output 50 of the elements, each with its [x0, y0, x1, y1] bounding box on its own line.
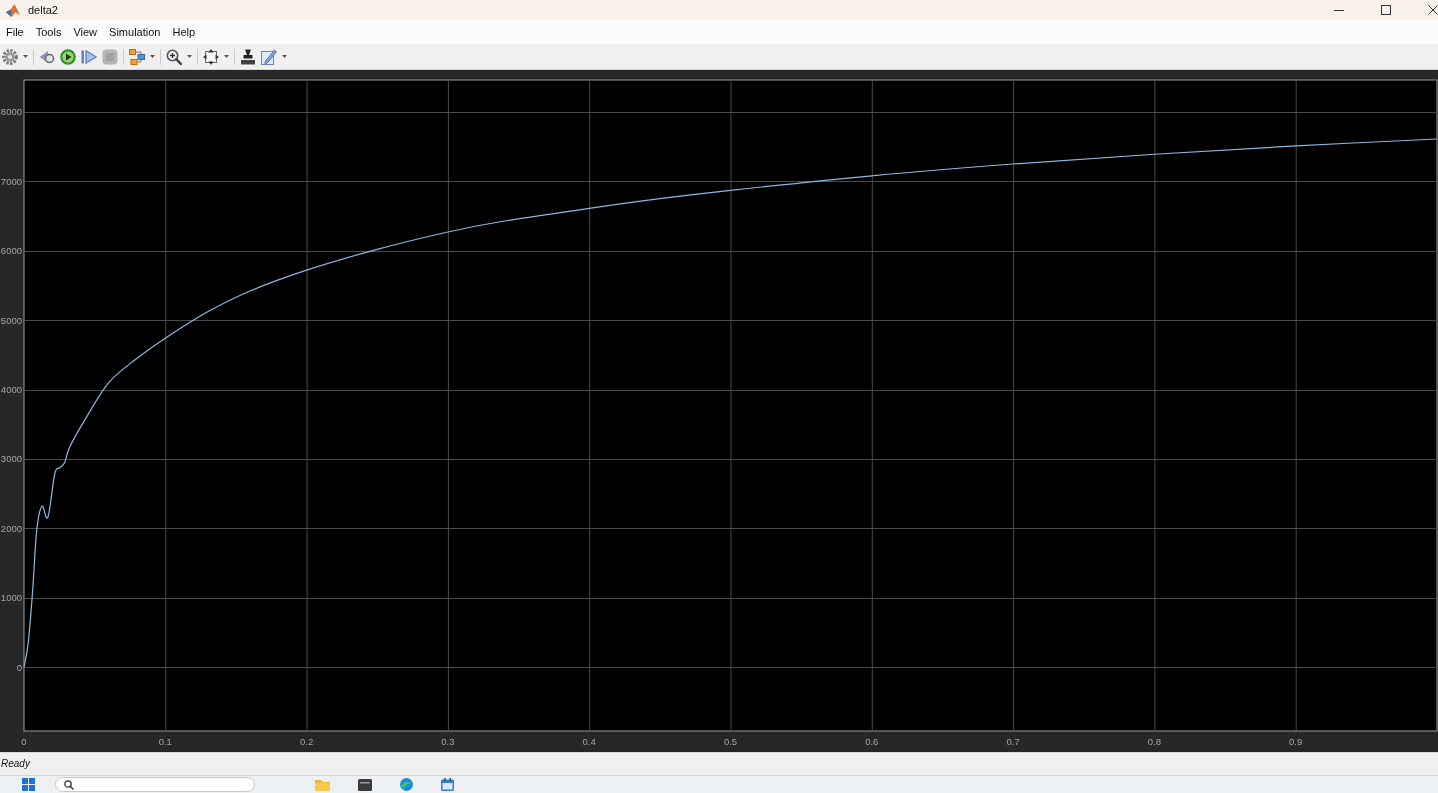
pencil-icon[interactable] [261, 48, 277, 65]
zoom-icon[interactable] [166, 48, 182, 65]
window-title: delta2 [28, 3, 58, 17]
maximize-icon[interactable] [1381, 5, 1391, 15]
y-tick-label: 3000 [0, 453, 22, 465]
x-tick-label: 0.4 [582, 736, 596, 747]
x-tick-label: 0.9 [1289, 736, 1303, 747]
x-tick-label: 0.8 [1147, 736, 1161, 747]
play-icon[interactable] [60, 48, 76, 65]
step-forward-icon[interactable] [81, 48, 97, 65]
blocks-icon[interactable] [129, 48, 145, 65]
minimize-icon[interactable] [1334, 9, 1344, 11]
fit-view-icon[interactable] [203, 48, 219, 65]
logo-icon [6, 3, 20, 17]
menu-item[interactable]: Help [166, 25, 202, 39]
x-tick-label: 0.7 [1006, 736, 1020, 747]
menu-item[interactable]: Simulation [103, 25, 167, 39]
globe-icon[interactable] [400, 778, 413, 791]
window-icon[interactable] [358, 778, 372, 791]
search-icon [64, 779, 74, 790]
search-field[interactable] [55, 777, 255, 792]
y-tick-label: 2000 [0, 522, 22, 534]
y-tick-label: 5000 [0, 314, 22, 326]
y-tick-label: 0 [16, 661, 22, 673]
caret-icon[interactable] [23, 55, 28, 58]
x-tick-label: 0.1 [158, 736, 172, 747]
y-tick-label: 4000 [0, 384, 22, 396]
start-icon[interactable] [22, 778, 35, 791]
y-tick-label: 7000 [0, 175, 22, 187]
caret-icon[interactable] [224, 55, 229, 58]
menu-item[interactable]: File [0, 25, 30, 39]
calendar-icon[interactable] [441, 778, 454, 791]
x-tick-label: 0 [21, 736, 27, 747]
caret-icon[interactable] [282, 55, 287, 58]
menu-item[interactable]: View [67, 25, 104, 39]
menu-item[interactable]: Tools [29, 25, 68, 39]
x-tick-label: 0.6 [865, 736, 879, 747]
stamp-icon[interactable] [240, 48, 256, 65]
caret-icon[interactable] [187, 55, 192, 58]
y-tick-label: 6000 [0, 245, 22, 257]
caret-icon[interactable] [150, 55, 155, 58]
gear-icon[interactable] [2, 48, 18, 65]
y-tick-label: 1000 [0, 592, 22, 604]
status-text: Ready [1, 758, 30, 770]
x-tick-label: 0.5 [723, 736, 738, 747]
y-tick-label: 8000 [0, 106, 22, 118]
x-tick-label: 0.3 [441, 736, 455, 747]
step-back-icon[interactable] [39, 48, 55, 65]
x-tick-label: 0.2 [300, 736, 314, 747]
close-icon[interactable] [1428, 5, 1438, 15]
